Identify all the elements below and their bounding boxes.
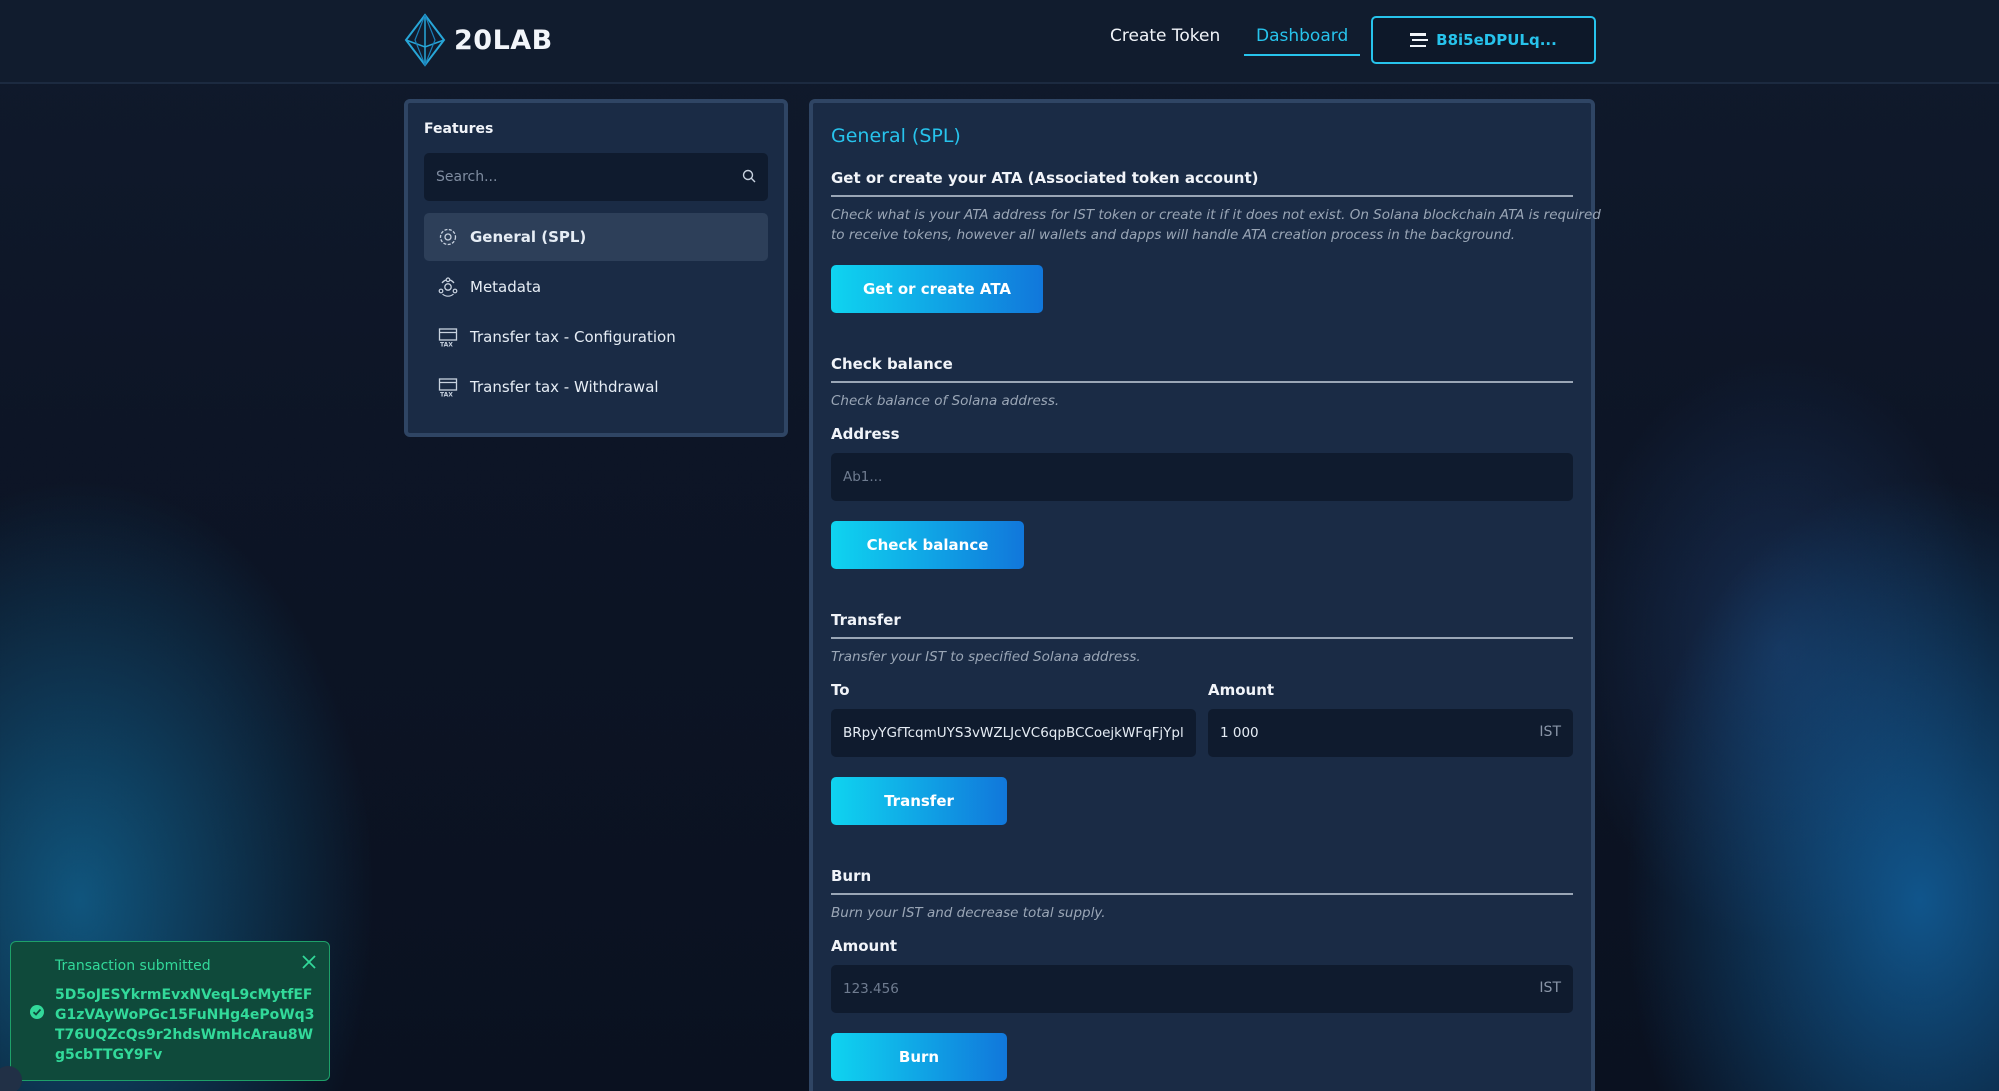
transfer-description: Transfer your IST to specified Solana ad… bbox=[831, 649, 1141, 665]
transfer-amount-suffix: IST bbox=[1539, 724, 1561, 740]
logo-text: 20LAB bbox=[454, 24, 553, 56]
ata-heading: Get or create your ATA (Associated token… bbox=[831, 169, 1573, 197]
check-circle-icon bbox=[30, 1005, 44, 1019]
main-panel: General (SPL) Get or create your ATA (As… bbox=[809, 99, 1601, 1091]
toast-title: Transaction submitted bbox=[55, 958, 211, 974]
solana-icon bbox=[1410, 33, 1429, 47]
sidebar-item-transfer-tax-configuration[interactable]: TAX Transfer tax - Configuration bbox=[424, 313, 768, 361]
logo[interactable]: 20LAB bbox=[402, 13, 553, 67]
transfer-amount-input[interactable]: 1 000 IST bbox=[1208, 709, 1573, 757]
network-gear-icon bbox=[438, 277, 458, 297]
wallet-button[interactable]: B8i5eDPULq... bbox=[1371, 16, 1596, 64]
get-or-create-ata-button[interactable]: Get or create ATA bbox=[831, 265, 1043, 313]
check-balance-button[interactable]: Check balance bbox=[831, 521, 1024, 569]
search-input[interactable] bbox=[424, 153, 768, 201]
top-header: 20LAB Create Token Dashboard B8i5eDPULq.… bbox=[0, 0, 1999, 84]
transfer-heading: Transfer bbox=[831, 611, 1573, 639]
sidebar-item-label: Transfer tax - Configuration bbox=[470, 328, 676, 346]
burn-amount-input[interactable]: 123.456 IST bbox=[831, 965, 1573, 1013]
close-icon[interactable] bbox=[301, 954, 317, 970]
sidebar-item-label: Transfer tax - Withdrawal bbox=[470, 378, 659, 396]
logo-diamond-icon bbox=[404, 13, 446, 67]
check-balance-heading: Check balance bbox=[831, 355, 1573, 383]
search-box bbox=[424, 153, 768, 201]
transaction-toast: Transaction submitted 5D5oJESYkrmEvxNVeq… bbox=[10, 941, 330, 1081]
svg-text:TAX: TAX bbox=[440, 392, 453, 398]
transfer-amount-label: Amount bbox=[1208, 681, 1275, 699]
sidebar-item-label: General (SPL) bbox=[470, 228, 587, 246]
tax-card-icon: TAX bbox=[438, 378, 458, 398]
nav-dashboard[interactable]: Dashboard bbox=[1244, 26, 1361, 56]
sidebar-item-metadata[interactable]: Metadata bbox=[424, 263, 768, 311]
transaction-signature-link[interactable]: 5D5oJESYkrmEvxNVeqL9cMytfEFG1zVAyWoPGc15… bbox=[55, 985, 320, 1065]
svg-text:TAX: TAX bbox=[440, 342, 453, 348]
to-field-group: To BRpyYGfTcqmUYS3vWZLJcVC6qpBCCoejkWFqF… bbox=[831, 681, 1196, 757]
to-label: To bbox=[831, 681, 850, 699]
transfer-amount-value: 1 000 bbox=[1220, 725, 1259, 741]
amount-field-group: Amount 1 000 IST bbox=[1208, 681, 1573, 757]
gear-brain-icon bbox=[439, 228, 457, 246]
nav-create-token[interactable]: Create Token bbox=[1110, 26, 1220, 46]
to-address-input[interactable]: BRpyYGfTcqmUYS3vWZLJcVC6qpBCCoejkWFqFjYp… bbox=[831, 709, 1196, 757]
page-title: General (SPL) bbox=[831, 125, 961, 147]
burn-heading: Burn bbox=[831, 867, 1573, 895]
burn-description: Burn your IST and decrease total supply. bbox=[831, 905, 1106, 921]
wallet-address: B8i5eDPULq... bbox=[1436, 31, 1557, 49]
burn-button[interactable]: Burn bbox=[831, 1033, 1007, 1081]
sidebar-title: Features bbox=[424, 121, 494, 137]
sidebar-item-label: Metadata bbox=[470, 278, 542, 296]
burn-amount-label: Amount bbox=[831, 937, 898, 955]
burn-amount-suffix: IST bbox=[1539, 980, 1561, 996]
tax-card-icon: TAX bbox=[438, 328, 458, 348]
check-balance-description: Check balance of Solana address. bbox=[831, 393, 1060, 409]
burn-amount-placeholder: 123.456 bbox=[843, 981, 899, 997]
transfer-button[interactable]: Transfer bbox=[831, 777, 1007, 825]
sidebar-item-general-spl[interactable]: General (SPL) bbox=[424, 213, 768, 261]
address-label: Address bbox=[831, 425, 900, 443]
address-input[interactable]: Ab1... bbox=[831, 453, 1573, 501]
features-sidebar: Features General (SPL) Metadata TAX Tra bbox=[404, 99, 788, 437]
sidebar-item-transfer-tax-withdrawal[interactable]: TAX Transfer tax - Withdrawal bbox=[424, 363, 768, 411]
transfer-fields: To BRpyYGfTcqmUYS3vWZLJcVC6qpBCCoejkWFqF… bbox=[831, 681, 1573, 757]
ata-description: Check what is your ATA address for IST t… bbox=[831, 207, 1601, 243]
search-icon[interactable] bbox=[742, 169, 756, 183]
